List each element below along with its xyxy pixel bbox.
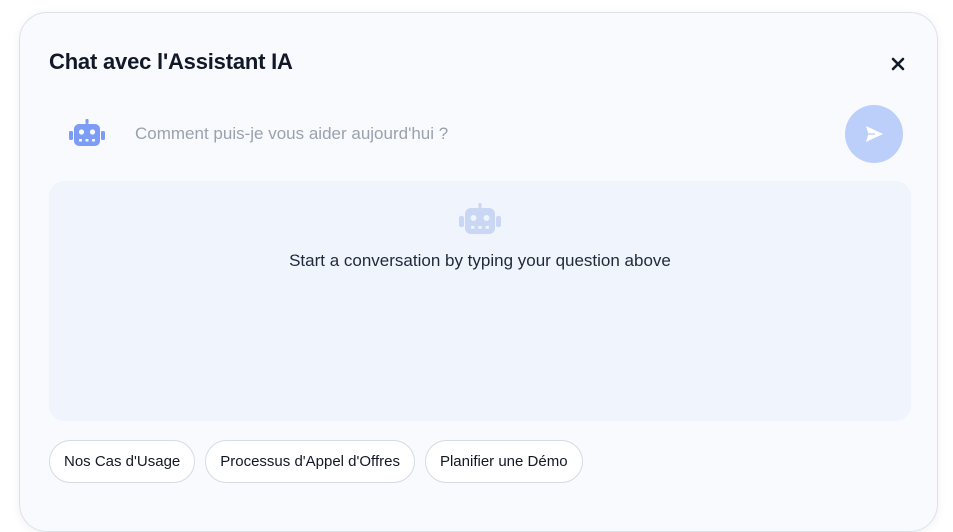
modal-title: Chat avec l'Assistant IA: [49, 49, 293, 74]
robot-icon: [69, 119, 105, 146]
chat-input[interactable]: [131, 117, 829, 151]
send-icon: [866, 126, 883, 142]
conversation-area: Start a conversation by typing your ques…: [49, 181, 911, 421]
quick-actions: Nos Cas d'Usage Processus d'Appel d'Offr…: [49, 440, 583, 483]
robot-icon: [459, 203, 501, 234]
quick-action-tender-process[interactable]: Processus d'Appel d'Offres: [205, 440, 415, 483]
quick-action-schedule-demo[interactable]: Planifier une Démo: [424, 440, 583, 483]
chat-input-row: [49, 103, 912, 165]
quick-action-use-cases[interactable]: Nos Cas d'Usage: [49, 440, 196, 483]
chat-modal: Chat avec l'Assistant IA Comment puis-je…: [19, 12, 938, 532]
close-icon: [891, 57, 905, 71]
close-button[interactable]: [887, 53, 909, 75]
empty-state-message: Start a conversation by typing your ques…: [289, 251, 671, 270]
send-button[interactable]: [845, 105, 903, 163]
